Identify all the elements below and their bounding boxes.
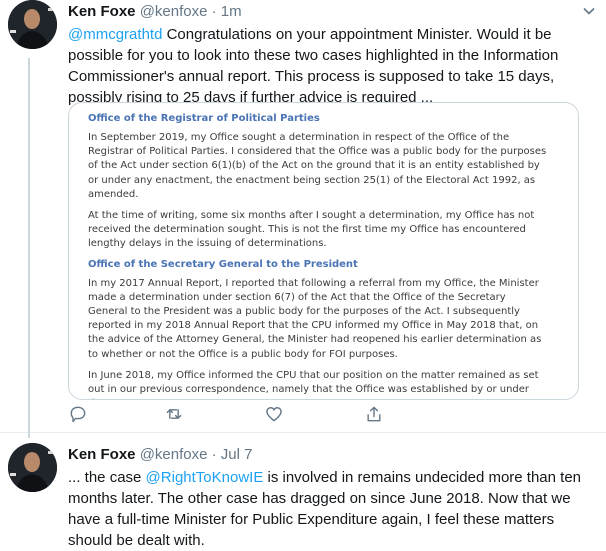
reply-icon[interactable] [68,404,88,424]
tweet-body-start: ... the case [68,469,146,486]
share-icon[interactable] [364,404,384,424]
author-name[interactable]: Ken Foxe [68,446,136,463]
separator: · [211,3,217,20]
doc-heading-2: Office of the Secretary General to the P… [88,258,358,270]
doc-heading-1: Office of the Registrar of Political Par… [88,113,320,124]
doc-paragraph-2: At the time of writing, some six months … [88,210,535,250]
doc-paragraph-3: In my 2017 Annual Report, I reported tha… [88,277,542,360]
tweet-1[interactable]: Ken Foxe @kenfoxe · 1m @mmcgrathtd Congr… [0,0,606,438]
caret-down-icon[interactable] [582,4,596,18]
separator: · [211,446,217,463]
timestamp[interactable]: Jul 7 [221,446,253,463]
tweet-header: Ken Foxe @kenfoxe · 1m [68,2,242,22]
doc-paragraph-1: In September 2019, my Office sought a de… [88,132,547,200]
mention-link[interactable]: @RightToKnowIE [146,469,264,486]
tweet-text: @mmcgrathtd Congratulations on your appo… [68,24,593,108]
avatar[interactable] [8,443,57,492]
tweet-text: ... the case @RightToKnowIE is involved … [68,467,593,551]
retweet-icon[interactable] [164,404,184,424]
avatar[interactable] [8,0,57,49]
tweet-actions [68,404,538,426]
author-handle[interactable]: @kenfoxe [140,3,208,20]
tweet-image[interactable]: Office of the Registrar of Political Par… [68,102,579,400]
author-name[interactable]: Ken Foxe [68,3,136,20]
author-handle[interactable]: @kenfoxe [140,446,208,463]
tweet-header: Ken Foxe @kenfoxe · Jul 7 [68,445,252,465]
doc-paragraph-4: In June 2018, my Office informed the CPU… [88,369,539,399]
timestamp[interactable]: 1m [221,3,242,20]
like-icon[interactable] [264,404,284,424]
document-excerpt: Office of the Registrar of Political Par… [88,113,548,399]
thread-connector [28,58,30,438]
tweet-2[interactable]: Ken Foxe @kenfoxe · Jul 7 ... the case @… [0,433,606,549]
mention-link[interactable]: @mmcgrathtd [68,26,162,43]
